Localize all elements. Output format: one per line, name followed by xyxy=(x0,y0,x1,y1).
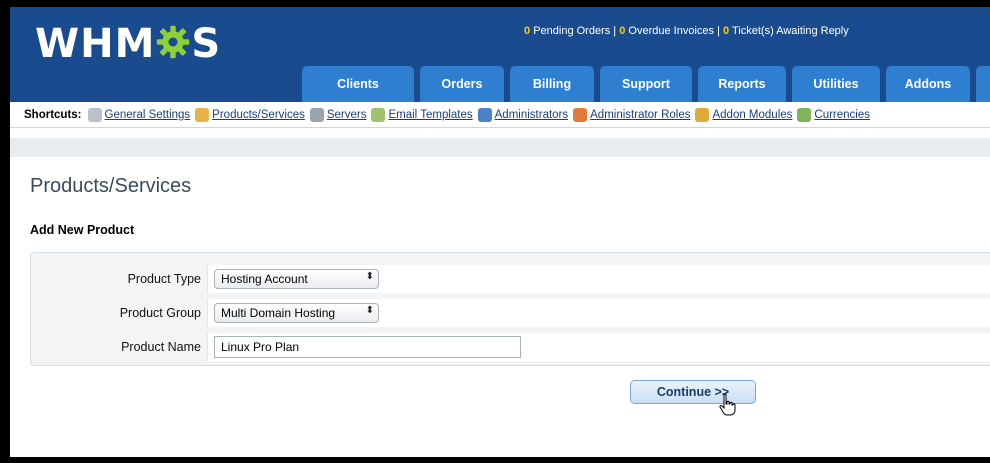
product-type-select[interactable]: Hosting Account ⬍ xyxy=(214,269,379,289)
tab-reports[interactable]: Reports xyxy=(698,66,786,102)
tab-addons[interactable]: Addons xyxy=(886,66,970,102)
shortcut-label: Currencies xyxy=(814,108,871,121)
page-title: Products/Services xyxy=(30,175,192,197)
shortcut-administrators[interactable]: Administrators xyxy=(477,107,569,122)
logo-text-right: S xyxy=(191,21,222,67)
product-type-cell: Hosting Account ⬍ xyxy=(207,265,990,293)
product-type-value: Hosting Account xyxy=(221,272,308,286)
shortcut-addon-modules[interactable]: Addon Modules xyxy=(695,107,793,122)
select-arrows-icon: ⬍ xyxy=(365,271,374,282)
pending-orders-count[interactable]: 0 xyxy=(524,25,530,37)
select-arrows-icon: ⬍ xyxy=(365,305,374,316)
product-name-label: Product Name xyxy=(121,340,201,354)
shortcut-label: Administrator Roles xyxy=(590,108,691,121)
product-group-label: Product Group xyxy=(119,306,201,320)
admin-roles-icon xyxy=(573,107,588,122)
box-icon xyxy=(195,107,210,122)
whmcs-logo[interactable]: WHM S xyxy=(35,21,221,67)
logo-text-left: WHM xyxy=(35,21,156,67)
shortcut-email-templates[interactable]: Email Templates xyxy=(371,107,473,122)
main-nav-tabs: Clients Orders Billing Support Reports U… xyxy=(302,66,990,102)
separator: | xyxy=(717,25,720,37)
shortcut-label: Servers xyxy=(326,108,367,121)
add-product-form: Product Type Hosting Account ⬍ Product G… xyxy=(30,252,990,366)
tickets-awaiting-link[interactable]: Ticket(s) Awaiting Reply xyxy=(732,25,849,37)
currency-icon xyxy=(797,107,812,122)
content-top-bar xyxy=(10,138,990,157)
shortcut-administrator-roles[interactable]: Administrator Roles xyxy=(573,107,691,122)
server-icon xyxy=(309,107,324,122)
tab-utilities[interactable]: Utilities xyxy=(792,66,880,102)
shortcut-label: Products/Services xyxy=(212,108,305,121)
hand-pointer-cursor-icon xyxy=(719,393,736,416)
shortcut-label: General Settings xyxy=(104,108,191,121)
tab-orders[interactable]: Orders xyxy=(420,66,504,102)
shortcuts-label: Shortcuts: xyxy=(24,108,82,121)
tab-support[interactable]: Support xyxy=(600,66,692,102)
tab-setup[interactable]: Se xyxy=(976,66,990,102)
shortcut-label: Administrators xyxy=(494,108,569,121)
top-status-bar: 0 Pending Orders | 0 Overdue Invoices | … xyxy=(524,25,849,37)
shortcut-label: Email Templates xyxy=(388,108,473,121)
tickets-awaiting-count[interactable]: 0 xyxy=(723,25,729,37)
product-name-row: Product Name Linux Pro Plan xyxy=(31,333,990,361)
email-template-icon xyxy=(371,107,386,122)
product-group-value: Multi Domain Hosting xyxy=(221,306,336,320)
shortcut-label: Addon Modules xyxy=(712,108,793,121)
logo-gear-icon xyxy=(157,25,190,59)
product-name-input[interactable]: Linux Pro Plan xyxy=(214,336,521,358)
overdue-invoices-link[interactable]: Overdue Invoices xyxy=(628,25,714,37)
shortcut-products-services[interactable]: Products/Services xyxy=(195,107,305,122)
browser-content: WHM S 0 Pending Orders | 0 Overdue Invoi… xyxy=(10,7,990,457)
shortcut-servers[interactable]: Servers xyxy=(309,107,367,122)
tab-billing[interactable]: Billing xyxy=(510,66,594,102)
overdue-invoices-count[interactable]: 0 xyxy=(619,25,625,37)
tab-clients[interactable]: Clients xyxy=(302,66,414,102)
separator: | xyxy=(613,25,617,37)
section-title: Add New Product xyxy=(30,223,135,237)
pending-orders-link[interactable]: Pending Orders xyxy=(533,25,610,37)
product-group-cell: Multi Domain Hosting ⬍ xyxy=(207,299,990,327)
product-type-label: Product Type xyxy=(127,272,201,286)
shortcuts-bar: Shortcuts: General Settings Products/Ser… xyxy=(10,102,990,128)
product-type-row: Product Type Hosting Account ⬍ xyxy=(31,265,990,293)
shortcut-currencies[interactable]: Currencies xyxy=(797,107,871,122)
product-group-select[interactable]: Multi Domain Hosting ⬍ xyxy=(214,303,379,323)
header: WHM S 0 Pending Orders | 0 Overdue Invoi… xyxy=(10,7,990,102)
settings-icon xyxy=(87,107,102,122)
addon-box-icon xyxy=(695,107,710,122)
product-name-cell: Linux Pro Plan xyxy=(207,333,990,361)
product-group-row: Product Group Multi Domain Hosting ⬍ xyxy=(31,299,990,327)
admin-user-icon xyxy=(477,107,492,122)
shortcut-general-settings[interactable]: General Settings xyxy=(87,107,191,122)
